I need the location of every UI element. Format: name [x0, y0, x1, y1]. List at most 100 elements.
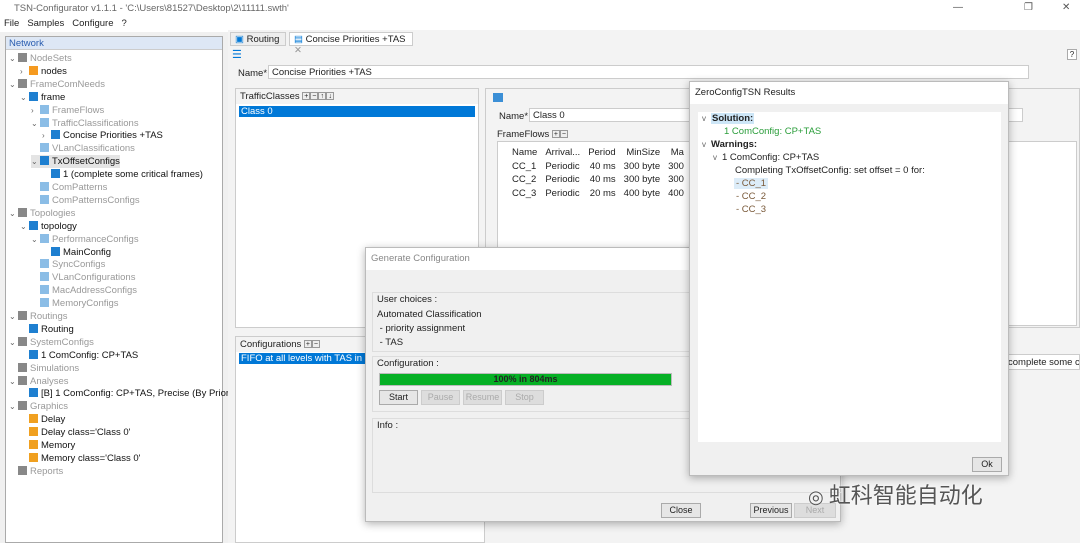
previous-button[interactable]: Previous: [750, 503, 792, 518]
tree-item[interactable]: ⌄ Routings: [9, 310, 68, 323]
remove-button[interactable]: −: [310, 92, 319, 100]
close-button[interactable]: Close: [661, 503, 701, 518]
remove-flow-button[interactable]: −: [559, 130, 568, 138]
tree-item-label: Routing: [41, 323, 74, 335]
resume-button[interactable]: Resume: [463, 390, 502, 405]
tree-item[interactable]: Reports: [9, 465, 63, 478]
tree-item[interactable]: 1 (complete some critical frames): [42, 168, 203, 181]
expand-arrow-icon[interactable]: ⌄: [31, 117, 40, 130]
tree-item[interactable]: › Concise Priorities +TAS: [42, 129, 163, 142]
expand-arrow-icon[interactable]: ⌄: [9, 336, 18, 349]
start-button[interactable]: Start: [379, 390, 418, 405]
tree-item[interactable]: 1 ComConfig: CP+TAS: [20, 349, 138, 362]
tree-item[interactable]: ⌄ FrameComNeeds: [9, 78, 105, 91]
ok-button[interactable]: Ok: [972, 457, 1002, 472]
tree-node-icon: [29, 349, 38, 359]
add-config-button[interactable]: +: [303, 340, 312, 348]
tree-item[interactable]: Delay: [20, 413, 65, 426]
tree-item[interactable]: Simulations: [9, 362, 79, 375]
tree-item[interactable]: ⌄ TrafficClassifications: [31, 117, 139, 130]
tree-item[interactable]: ⌄ Graphics: [9, 400, 68, 413]
tree-item[interactable]: VLanClassifications: [31, 142, 135, 155]
add-flow-button[interactable]: +: [551, 130, 560, 138]
tree-item[interactable]: Delay class='Class 0': [20, 426, 130, 439]
expand-arrow-icon[interactable]: ⌄: [31, 233, 40, 246]
warning-item[interactable]: 1 ComConfig: CP+TAS: [722, 152, 819, 163]
expand-arrow-icon[interactable]: ⌄: [20, 220, 29, 233]
maximize-button[interactable]: ❐: [1024, 2, 1033, 13]
tree-item[interactable]: › FrameFlows: [31, 104, 104, 117]
frame-item[interactable]: - CC_3: [736, 204, 766, 215]
column-header[interactable]: MinSize: [620, 146, 664, 160]
menu-configure[interactable]: Configure: [72, 18, 113, 29]
solution-node[interactable]: Solution:: [711, 113, 755, 124]
tree-item-label: Topologies: [30, 207, 76, 219]
expand-arrow-icon[interactable]: ⌄: [9, 400, 18, 413]
tree-item[interactable]: Memory: [20, 439, 75, 452]
close-window-button[interactable]: ✕: [1062, 2, 1070, 13]
table-row[interactable]: CC_3 Periodic 20 ms 400 byte 400: [508, 187, 688, 201]
tree-item-label: FrameFlows: [52, 104, 105, 116]
list-item-class-0[interactable]: Class 0: [239, 106, 475, 117]
tree-item[interactable]: ⌄ TxOffsetConfigs: [31, 155, 120, 169]
tree-item[interactable]: ComPatternsConfigs: [31, 194, 140, 207]
tree-node-icon: [40, 143, 49, 153]
tree-item[interactable]: ⌄ SystemConfigs: [9, 336, 94, 349]
minimize-button[interactable]: —: [953, 2, 963, 13]
expand-arrow-icon[interactable]: ⌄: [9, 207, 18, 220]
expand-arrow-icon[interactable]: ›: [42, 129, 51, 142]
column-header[interactable]: Arrival...: [541, 146, 584, 160]
tree-item[interactable]: MemoryConfigs: [31, 297, 119, 310]
expand-arrow-icon[interactable]: ⌄: [31, 155, 40, 168]
table-cell: 400: [668, 187, 684, 199]
tree-item[interactable]: ComPatterns: [31, 181, 107, 194]
expand-arrow-icon[interactable]: ⌄: [20, 91, 29, 104]
tree-item[interactable]: ⌄ Topologies: [9, 207, 75, 220]
add-button[interactable]: +: [302, 92, 311, 100]
menu-samples[interactable]: Samples: [27, 18, 64, 29]
tree-item[interactable]: SyncConfigs: [31, 258, 105, 271]
tab-concise-priorities[interactable]: ▤ Concise Priorities +TAS ✕: [289, 32, 413, 56]
results-title: ZeroConfigTSN Results: [690, 82, 1008, 104]
tree-node-icon: [18, 53, 27, 62]
menu-file[interactable]: File: [4, 18, 19, 29]
expand-arrow-icon[interactable]: ⌄: [9, 310, 18, 323]
help-button[interactable]: ?: [1067, 49, 1077, 60]
tree-item[interactable]: ⌄ topology: [20, 220, 77, 233]
tree-item[interactable]: [B] 1 ComConfig: CP+TAS, Precise (By Pri…: [20, 387, 242, 400]
tree-item[interactable]: Memory class='Class 0': [20, 452, 140, 465]
expand-arrow-icon[interactable]: ⌄: [9, 78, 18, 91]
column-header[interactable]: Name: [508, 146, 541, 160]
frame-item[interactable]: - CC_2: [736, 191, 766, 202]
menu-help[interactable]: ?: [121, 18, 126, 29]
up-button[interactable]: ↑: [318, 92, 327, 100]
tree-node-icon: [18, 311, 27, 320]
frame-item[interactable]: - CC_1: [734, 178, 769, 189]
expand-arrow-icon[interactable]: ⌄: [9, 375, 18, 388]
expand-arrow-icon[interactable]: ›: [31, 104, 40, 117]
column-header[interactable]: Period: [584, 146, 619, 160]
tree-item[interactable]: MainConfig: [42, 246, 111, 259]
tree-item[interactable]: › nodes: [20, 65, 67, 78]
name-input[interactable]: Concise Priorities +TAS: [268, 65, 1029, 79]
table-row[interactable]: CC_2 Periodic 40 ms 300 byte 300: [508, 173, 688, 187]
pause-button[interactable]: Pause: [421, 390, 460, 405]
tree-item[interactable]: MacAddressConfigs: [31, 284, 137, 297]
stop-button[interactable]: Stop: [505, 390, 544, 405]
tree-item[interactable]: ⌄ PerformanceConfigs: [31, 233, 139, 246]
tree-item[interactable]: VLanConfigurations: [31, 271, 135, 284]
table-row[interactable]: CC_1 Periodic 40 ms 300 byte 300: [508, 160, 688, 174]
tab-routing[interactable]: ▣ Routing: [230, 32, 286, 46]
warnings-node[interactable]: Warnings:: [711, 139, 757, 150]
down-button[interactable]: ↓: [326, 92, 335, 100]
column-header[interactable]: Ma: [664, 146, 688, 160]
tree-item[interactable]: Routing: [20, 323, 74, 336]
expand-arrow-icon[interactable]: ⌄: [9, 52, 18, 65]
tree-item[interactable]: ⌄ frame: [20, 91, 65, 104]
solution-item[interactable]: 1 ComConfig: CP+TAS: [724, 126, 821, 137]
txoffset-field[interactable]: complete some c: [1005, 354, 1080, 370]
tree-item[interactable]: ⌄ Analyses: [9, 375, 69, 388]
tree-item[interactable]: ⌄ NodeSets: [9, 52, 72, 65]
remove-config-button[interactable]: −: [311, 340, 320, 348]
expand-arrow-icon[interactable]: ›: [20, 65, 29, 78]
